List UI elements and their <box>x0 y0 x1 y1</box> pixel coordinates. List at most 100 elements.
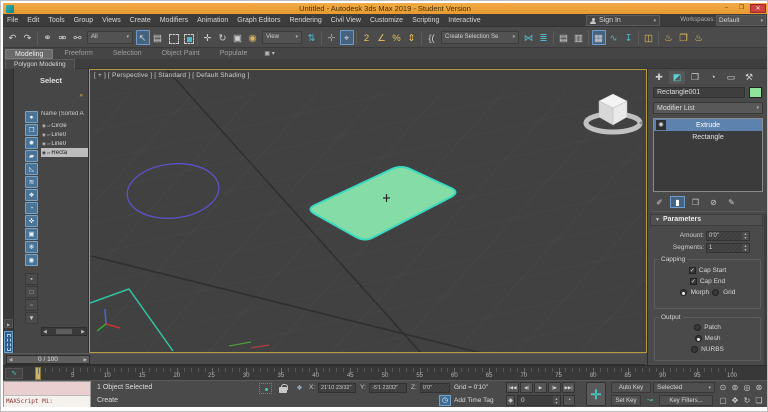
display-tab-icon[interactable]: ▭ <box>723 71 739 84</box>
visibility-icon[interactable]: ◉ <box>42 132 46 138</box>
explorer-row[interactable]: ◉ ▱ Line0 <box>41 130 88 139</box>
ribbon-tab[interactable]: Selection <box>104 49 151 59</box>
parameters-rollout-header[interactable]: ▼Parameters <box>650 214 763 226</box>
named-selection-sets-dropdown[interactable]: Create Selection Se▾ <box>441 31 519 44</box>
trackbar-ruler[interactable]: 5101520253035404550556065707580859095100 <box>27 366 763 381</box>
configure-modifier-sets-icon[interactable]: ✎ <box>724 196 739 208</box>
modify-tab-icon[interactable]: ◩ <box>669 71 685 84</box>
visibility-icon[interactable]: ◉ <box>42 123 46 129</box>
schematic-view-icon[interactable]: ↧ <box>622 30 636 45</box>
display-space-warps-icon[interactable]: ≋ <box>25 176 38 188</box>
key-filters-button[interactable]: Key Filters... <box>659 395 713 406</box>
percent-snap-toggle-icon[interactable]: % <box>390 30 404 45</box>
visibility-toggle-icon[interactable]: ◉ <box>656 120 666 130</box>
spinner-icon[interactable]: ▲▼ <box>742 232 749 240</box>
collapse-icon[interactable]: » <box>79 92 83 99</box>
radio-icon[interactable] <box>712 289 719 296</box>
modifier-list-dropdown[interactable]: Modifier List ▾ <box>653 102 763 114</box>
spinner-snap-toggle-icon[interactable]: ⇕ <box>405 30 419 45</box>
cap-start-row[interactable]: ✓ Cap Start <box>655 265 760 276</box>
menu-item[interactable]: Modifiers <box>160 17 188 24</box>
menu-item[interactable]: Customize <box>370 17 403 24</box>
mesh-option[interactable]: Mesh <box>655 333 760 344</box>
x-coordinate-field[interactable]: 21'10 23/32" <box>318 383 356 393</box>
hierarchy-tab-icon[interactable]: ❒ <box>687 71 703 84</box>
display-materials-icon[interactable]: ▪ <box>25 273 38 285</box>
menu-item[interactable]: File <box>7 17 18 24</box>
radio-icon[interactable] <box>694 324 701 331</box>
z-coordinate-field[interactable]: 0'0" <box>420 383 450 393</box>
radio-icon[interactable] <box>691 346 698 353</box>
display-hidden-icon[interactable]: ◉ <box>25 254 38 266</box>
scrollbar-thumb[interactable] <box>56 329 72 334</box>
explorer-row[interactable]: ◉ ▱ Circle <box>41 121 88 130</box>
utilities-tab-icon[interactable]: ⚒ <box>741 71 757 84</box>
current-frame-field[interactable]: 0▲▼ <box>517 395 561 406</box>
explorer-row[interactable]: ◉ ▱ Recta <box>41 148 88 157</box>
display-swatch-icon[interactable]: □ <box>25 286 38 298</box>
expand-arrow-icon[interactable]: ▶ <box>4 319 13 328</box>
zoom-all-icon[interactable]: ⊚ <box>729 382 741 393</box>
display-containers-icon[interactable]: ▣ <box>25 228 38 240</box>
ribbon-config-icon[interactable]: ▣ ▾ <box>264 50 274 57</box>
menu-item[interactable]: Interactive <box>448 17 480 24</box>
go-to-start-button[interactable]: |◀◀ <box>506 382 519 393</box>
sign-in-dropdown[interactable]: Sign In ▾ <box>586 15 660 26</box>
edit-named-selection-sets-icon[interactable]: {( <box>425 30 439 45</box>
perspective-viewport[interactable]: [ + ] [ Perspective ] [ Standard ] [ Def… <box>89 69 647 353</box>
spinner-icon[interactable]: ▲▼ <box>553 396 560 405</box>
go-to-end-button[interactable]: ▶▶| <box>562 382 575 393</box>
checkbox-checked-icon[interactable]: ✓ <box>689 267 696 274</box>
amount-field[interactable]: 0'0"▲▼ <box>706 231 750 241</box>
keyboard-shortcut-override-icon[interactable]: ⌖ <box>340 30 354 45</box>
menu-item[interactable]: Views <box>102 17 121 24</box>
select-and-rotate-icon[interactable]: ↻ <box>216 30 230 45</box>
bind-to-space-warp-icon[interactable]: ⚯ <box>71 30 85 45</box>
ribbon-tab[interactable]: Modeling <box>5 49 53 59</box>
display-shapes-icon[interactable]: ❒ <box>25 124 38 136</box>
modifier-stack-row[interactable]: ◉ Rectangle <box>654 131 762 143</box>
zoom-extents-all-icon[interactable]: ⊛ <box>753 382 765 393</box>
display-helpers-icon[interactable]: ◺ <box>25 163 38 175</box>
checkbox-checked-icon[interactable]: ✓ <box>690 278 697 285</box>
horizontal-scrollbar[interactable]: ◀ ▶ <box>41 327 87 336</box>
explorer-column-header[interactable]: Name (Sorted A <box>41 111 88 121</box>
mirror-icon[interactable]: ⋈ <box>522 30 536 45</box>
add-time-tag[interactable]: Add Time Tag <box>454 397 494 404</box>
time-tag-clock-icon[interactable]: ◷ <box>439 395 451 406</box>
display-cameras-icon[interactable]: ▰ <box>25 150 38 162</box>
render-production-icon[interactable]: ♨ <box>692 30 706 45</box>
show-end-result-icon[interactable]: ▮ <box>670 196 685 208</box>
selection-filter-dropdown[interactable]: All▾ <box>87 31 133 44</box>
pan-icon[interactable]: ✥ <box>729 395 741 406</box>
toggle-layer-explorer-icon[interactable]: ▤ <box>557 30 571 45</box>
spinner-icon[interactable]: ▲▼ <box>742 244 749 252</box>
cap-end-row[interactable]: ✓ Cap End <box>655 276 760 287</box>
select-and-manipulate-icon[interactable]: ✛ <box>325 30 339 45</box>
select-object-icon[interactable]: ↖ <box>136 30 150 45</box>
play-button[interactable]: ▶ <box>534 382 547 393</box>
render-setup-icon[interactable]: ♨ <box>662 30 676 45</box>
ribbon-tab[interactable]: Populate <box>211 49 257 59</box>
next-frame-icon[interactable]: ▶ <box>84 356 87 364</box>
display-xrefs-icon[interactable]: ◔ <box>25 202 38 214</box>
nurbs-option[interactable]: NURBS <box>655 344 760 355</box>
previous-frame-icon[interactable]: ◀ <box>9 356 12 364</box>
key-set-dropdown[interactable]: Selected ▾ <box>653 382 715 393</box>
panel-scrollbar[interactable] <box>764 214 767 365</box>
filter-funnel-icon[interactable]: ▼ <box>25 312 38 324</box>
explorer-row[interactable]: ◉ ▱ Line0 <box>41 139 88 148</box>
rectangular-selection-region-icon[interactable] <box>166 30 180 45</box>
patch-option[interactable]: Patch <box>655 322 760 333</box>
minimize-button[interactable]: – <box>720 4 733 13</box>
display-geometry-icon[interactable]: ● <box>25 111 38 123</box>
display-lights-icon[interactable]: ✹ <box>25 137 38 149</box>
morph-option[interactable]: Morph <box>680 289 709 296</box>
toggle-scene-explorer-icon[interactable]: ▥ <box>572 30 586 45</box>
align-icon[interactable]: ≣ <box>537 30 551 45</box>
radio-selected-icon[interactable] <box>680 289 687 296</box>
radio-selected-icon[interactable] <box>695 335 702 342</box>
redo-icon[interactable]: ↷ <box>21 30 35 45</box>
menu-item[interactable]: Rendering <box>289 17 321 24</box>
pin-stack-icon[interactable]: ✐ <box>652 196 667 208</box>
